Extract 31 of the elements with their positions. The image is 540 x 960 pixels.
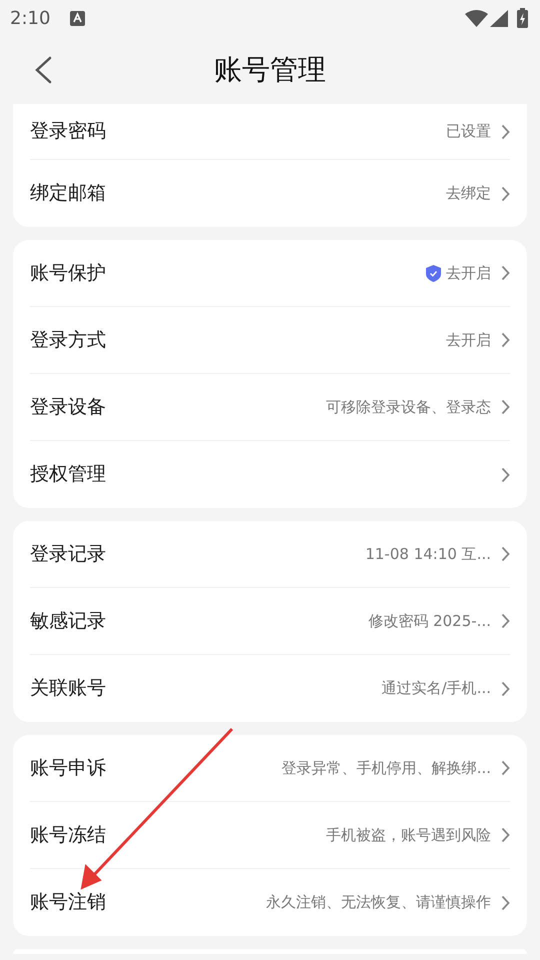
chevron-icon bbox=[501, 680, 510, 696]
settings-row[interactable]: 账号注销 永久注销、无法恢复、请谨慎操作 bbox=[30, 869, 510, 936]
chevron-icon bbox=[501, 613, 510, 629]
settings-row[interactable]: 敏感记录 修改密码 2025-... bbox=[30, 588, 510, 655]
signal-icon bbox=[490, 10, 508, 26]
chevron-icon bbox=[501, 265, 510, 281]
settings-row[interactable]: 登录设备 可移除登录设备、登录态 bbox=[30, 374, 510, 441]
chevron-icon bbox=[501, 894, 510, 910]
settings-row[interactable]: 授权管理 bbox=[30, 441, 510, 508]
chevron-icon bbox=[501, 399, 510, 415]
back-icon[interactable] bbox=[34, 56, 52, 84]
status-time: 2:10 bbox=[10, 6, 50, 30]
chevron-icon bbox=[501, 760, 510, 776]
chevron-icon bbox=[501, 124, 510, 140]
wifi-icon bbox=[465, 10, 488, 26]
settings-row[interactable]: 账号冻结 手机被盗，账号遇到风险 bbox=[30, 802, 510, 869]
page-title: 账号管理 bbox=[214, 52, 326, 88]
chevron-icon bbox=[501, 186, 510, 202]
settings-row[interactable]: 账号申诉 登录异常、手机停用、解换绑... bbox=[30, 735, 510, 802]
settings-row[interactable]: 登录记录 11-08 14:10 互... bbox=[30, 521, 510, 588]
settings-row[interactable]: 登录密码 已设置 bbox=[30, 104, 510, 160]
notification-icon bbox=[70, 10, 86, 26]
battery-charging-icon bbox=[517, 8, 528, 28]
chevron-icon bbox=[501, 466, 510, 482]
chevron-icon bbox=[501, 546, 510, 562]
chevron-icon bbox=[501, 827, 510, 843]
settings-row[interactable]: 登录方式 去开启 bbox=[30, 307, 510, 374]
settings-row[interactable]: 关联账号 通过实名/手机... bbox=[30, 655, 510, 722]
settings-row[interactable]: 绑定邮箱 去绑定 bbox=[30, 160, 510, 227]
chevron-icon bbox=[501, 332, 510, 348]
settings-row[interactable]: 账号保护 去开启 bbox=[30, 240, 510, 307]
